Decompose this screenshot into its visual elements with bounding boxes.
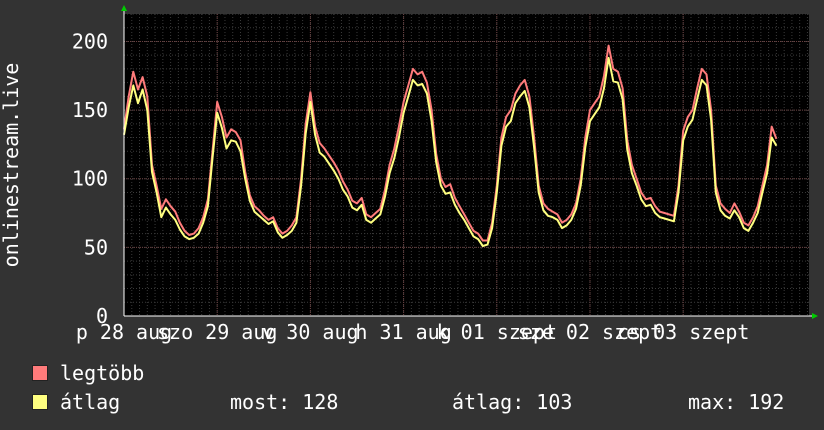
legend-item-legtobb: legtöbb <box>32 361 145 385</box>
y-tick-label: 50 <box>84 235 108 259</box>
y-axis-arrow <box>121 5 127 11</box>
stat-maximum: max: 192 <box>688 390 785 414</box>
y-tick-label: 100 <box>72 167 108 191</box>
y-axis-title: onlinestream.live <box>0 63 23 268</box>
stat-average: átlag: 103 <box>452 390 573 414</box>
legend-label-atlag: átlag <box>60 390 121 414</box>
y-tick-label: 150 <box>72 98 108 122</box>
x-tick-label: v 30 aug <box>262 320 358 344</box>
legend-label-legtobb: legtöbb <box>60 361 145 385</box>
x-axis-arrow <box>812 313 818 319</box>
legend-swatch-legtobb <box>32 365 48 381</box>
line-chart: 050100150200p 28 augszo 29 augv 30 augh … <box>0 5 818 344</box>
y-tick-label: 200 <box>72 29 108 53</box>
legend-item-atlag: átlag <box>32 390 121 414</box>
stat-current: most: 128 <box>230 390 339 414</box>
chart-panel: 0 50 100 150 200 p 28 aug szo 29 aug v 30 aug h … <box>0 0 824 430</box>
x-tick-label: szo 29 aug <box>157 320 277 344</box>
x-tick-label: cs 03 szept <box>617 320 749 344</box>
legend-swatch-atlag <box>32 394 48 410</box>
